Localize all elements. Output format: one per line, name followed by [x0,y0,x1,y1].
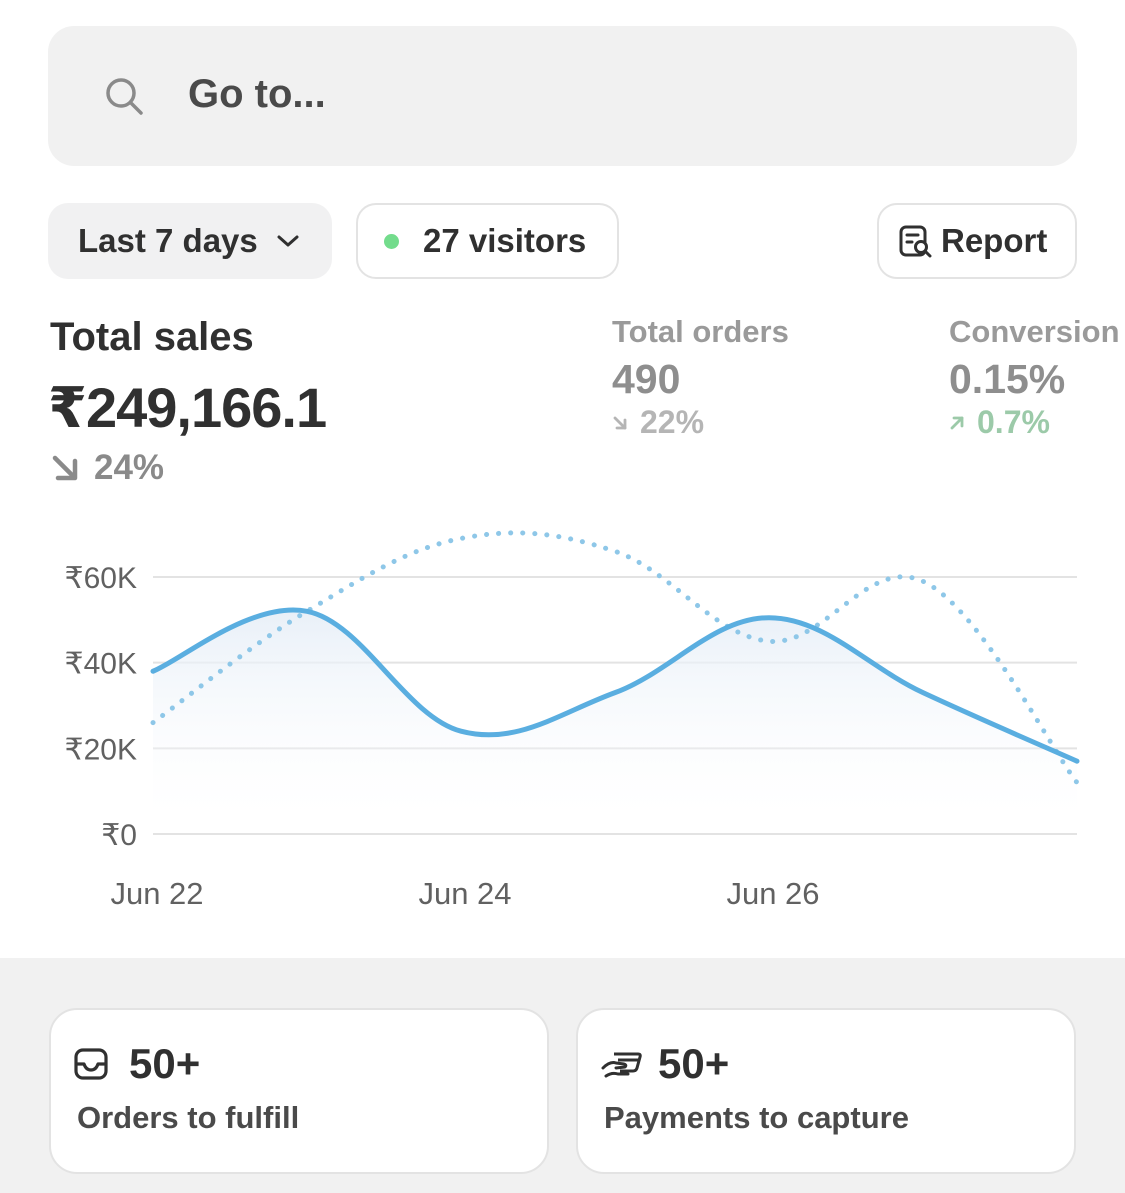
metric-delta: 24% [50,448,164,488]
metric-value: 490 [612,356,681,402]
arrow-down-right-icon [613,416,627,429]
report-icon [899,225,932,258]
payments-count: 50+ [658,1040,730,1087]
hand-payment-icon [601,1052,642,1078]
date-range-label: Last 7 days [78,222,258,259]
chart-x-tick-label: Jun 22 [110,876,203,911]
report-label: Report [941,222,1048,259]
metric-value: 0.15% [949,356,1066,402]
arrow-up-right-icon [950,416,964,429]
chart-y-tick-label: ₹40K [65,648,137,681]
metric-title: Total orders [612,314,789,349]
visitors-label: 27 visitors [423,222,587,259]
search-placeholder: Go to... [188,72,326,116]
payments-to-capture-card[interactable]: 50+ Payments to capture [576,1008,1076,1174]
search-icon [106,78,143,115]
payments-label: Payments to capture [604,1100,909,1135]
chart-y-tick-label: ₹20K [65,733,137,766]
arrow-down-right-icon [52,455,78,481]
inbox-icon [74,1048,108,1080]
metric-value: ₹249,166.1 [48,376,327,439]
metric-title: Conversion [949,314,1120,349]
orders-count: 50+ [129,1040,201,1087]
sales-area-fill [153,609,1077,834]
metric-delta-value: 22% [640,404,705,440]
chevron-down-icon [277,235,299,247]
date-range-button[interactable]: Last 7 days [48,203,332,279]
live-visitors-button[interactable]: 27 visitors [356,203,619,279]
search-bar[interactable]: Go to... [48,26,1077,166]
metric-delta-value: 0.7% [977,404,1050,440]
metric-delta-value: 24% [94,448,165,487]
metric-delta: 22% [612,404,704,441]
chart-x-tick-label: Jun 24 [418,876,511,911]
chart-y-tick-label: ₹0 [101,819,137,852]
orders-to-fulfill-card[interactable]: 50+ Orders to fulfill [49,1008,549,1174]
metric-title: Total sales [50,315,254,359]
sales-line-chart: ₹60K ₹40K ₹20K ₹0 Jun 22 Jun 24 Jun 26 [65,530,1080,911]
metric-delta: 0.7% [949,404,1050,441]
orders-label: Orders to fulfill [77,1100,300,1135]
chart-x-tick-label: Jun 26 [726,876,819,911]
live-status-dot [384,233,399,249]
chart-y-tick-label: ₹60K [65,562,137,595]
report-button[interactable]: Report [877,203,1077,279]
